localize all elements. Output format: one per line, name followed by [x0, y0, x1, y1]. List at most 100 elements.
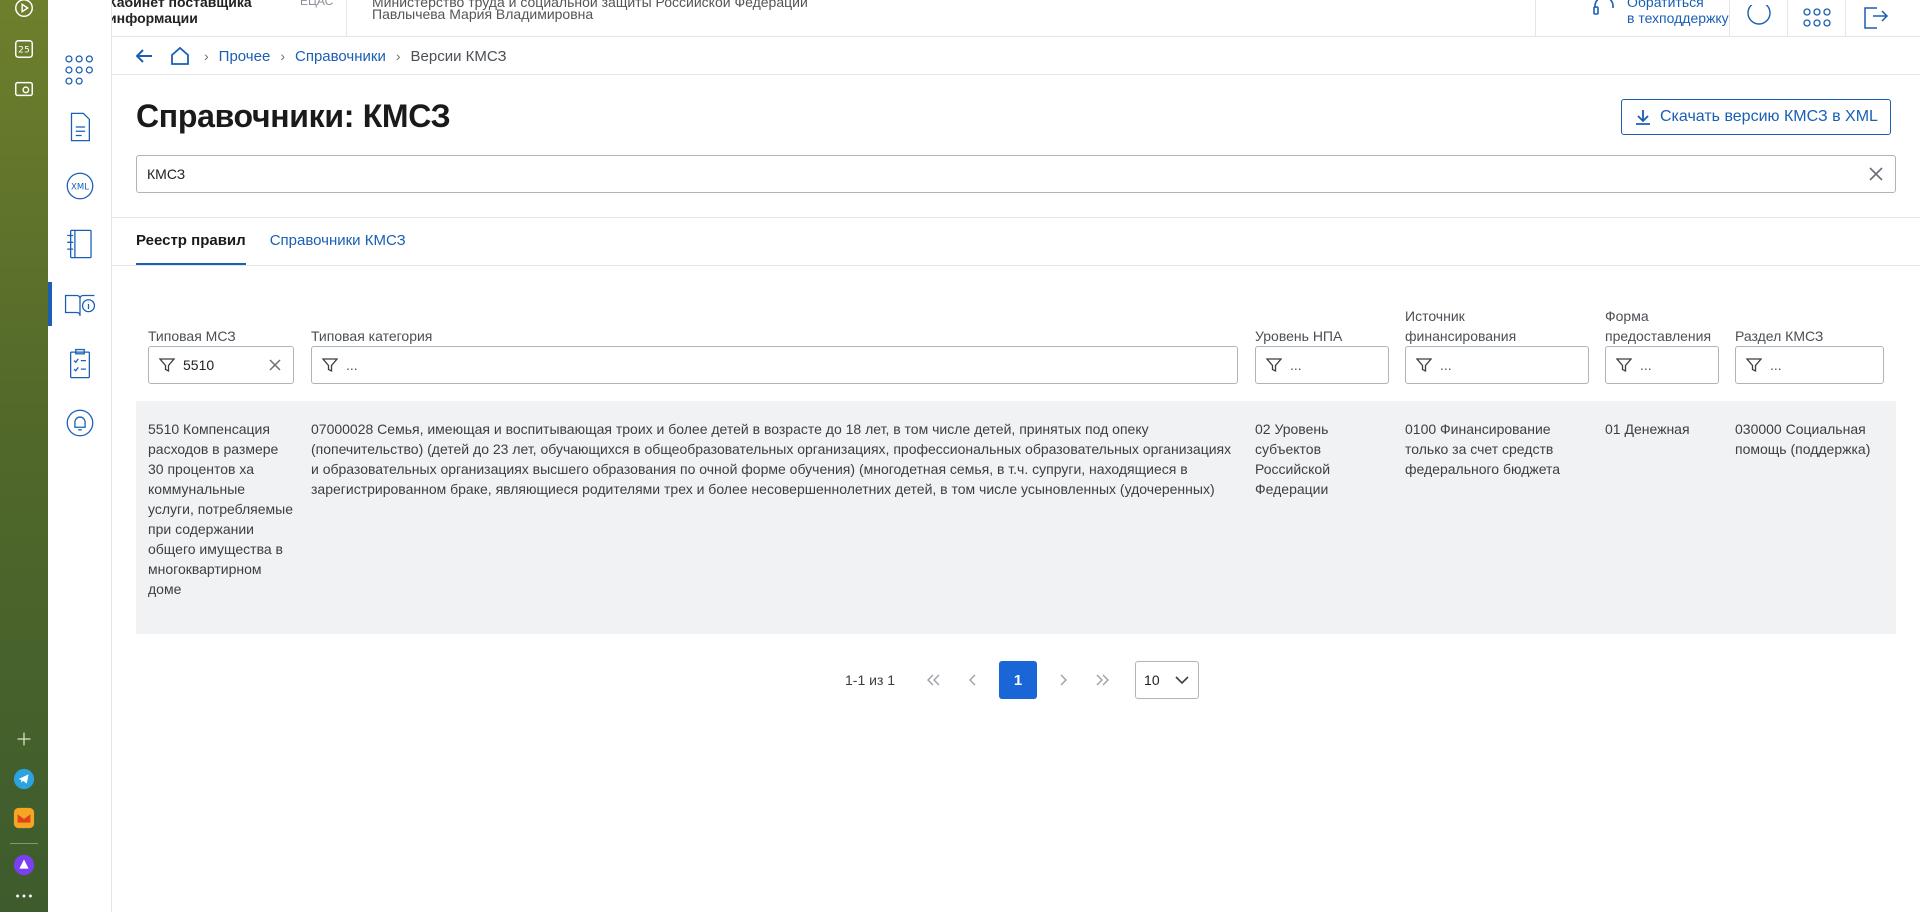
rail-item-xml[interactable]: XML	[48, 158, 112, 214]
pagination: 1-1 из 1 1 10	[845, 661, 1200, 699]
column-header: Типовая МСЗ	[148, 328, 236, 344]
download-label: Скачать версию КМСЗ в XML	[1660, 108, 1878, 125]
xml-icon: XML	[66, 172, 94, 200]
chevron-down-icon	[1175, 676, 1189, 685]
assistant-icon[interactable]	[12, 853, 36, 877]
column-header: Источник финансирования	[1405, 308, 1517, 344]
checklist-icon	[70, 348, 90, 379]
apps-button[interactable]	[1787, 0, 1845, 37]
rail-item-journal[interactable]	[48, 216, 112, 272]
support-label-2: в техподдержку	[1627, 10, 1729, 26]
more-icon[interactable]	[12, 884, 36, 908]
top-header: Кабинет поставщика информации ЕЦАС Минис…	[48, 0, 1920, 37]
cell-funding: 0100 Финансирование только за счет средс…	[1405, 421, 1561, 477]
filter-input-msz[interactable]: 5510	[148, 346, 294, 384]
filter-icon	[159, 358, 175, 373]
download-xml-button[interactable]: Скачать версию КМСЗ в XML	[1621, 99, 1891, 135]
telegram-icon[interactable]	[12, 767, 36, 791]
headset-icon	[1593, 0, 1614, 15]
close-icon	[1869, 167, 1883, 181]
filter-input-level[interactable]: ...	[1255, 346, 1389, 384]
home-link[interactable]	[170, 46, 192, 66]
page-title: Справочники: КМСЗ	[136, 98, 451, 134]
header-divider	[1535, 0, 1536, 37]
filter-input-funding[interactable]: ...	[1405, 346, 1589, 384]
filter-placeholder: ...	[1640, 357, 1652, 373]
table-header: Типовая МСЗ Типовая категория Уровень НП…	[136, 296, 1896, 396]
chevron-left-icon	[969, 674, 976, 686]
filter-icon	[1416, 358, 1432, 373]
breadcrumb-reference-books[interactable]: Справочники	[295, 48, 386, 65]
clear-search-button[interactable]	[1867, 165, 1885, 183]
logout-button[interactable]	[1845, 0, 1903, 37]
chevron-right-icon: ›	[204, 48, 209, 64]
column-header: Типовая категория	[311, 328, 433, 344]
filter-input-category[interactable]: ...	[311, 346, 1238, 384]
screenshot-icon[interactable]	[12, 77, 36, 101]
filter-icon	[1616, 358, 1632, 373]
notifications-button[interactable]	[1729, 0, 1787, 37]
filter-placeholder: ...	[1440, 357, 1452, 373]
first-page-button[interactable]	[913, 661, 953, 699]
cell-category: 07000028 Семья, имеющая и воспитывающая …	[311, 421, 1232, 497]
search-input[interactable]	[147, 166, 1867, 182]
breadcrumb: › Прочее › Справочники › Версии КМСЗ	[112, 38, 1920, 75]
filter-placeholder: ...	[1770, 357, 1782, 373]
rail-item-reference-books[interactable]	[48, 276, 112, 332]
app-rail: XML	[48, 0, 112, 912]
home-icon	[171, 46, 189, 65]
rail-item-documents[interactable]	[48, 99, 112, 155]
filter-value: 5510	[183, 357, 215, 373]
rail-item-checklist[interactable]	[48, 336, 112, 392]
clear-filter-button[interactable]	[267, 357, 283, 373]
bell-icon	[1746, 4, 1771, 25]
search-field[interactable]	[136, 155, 1896, 193]
filter-placeholder: ...	[346, 357, 358, 373]
tabs-divider	[112, 265, 1920, 266]
cell-msz: 5510 Компенсация расходов в размере 30 п…	[148, 421, 294, 597]
close-icon	[269, 359, 281, 371]
header-divider	[346, 0, 347, 37]
menu-grid-icon	[65, 55, 93, 85]
last-page-button[interactable]	[1083, 661, 1123, 699]
filter-input-section[interactable]: ...	[1735, 346, 1884, 384]
rail-item-menu[interactable]	[48, 42, 112, 98]
tabs: Реестр правил Справочники КМСЗ	[136, 232, 406, 266]
mail-icon[interactable]	[12, 806, 36, 830]
next-page-button[interactable]	[1043, 661, 1083, 699]
page-size-value: 10	[1144, 672, 1160, 688]
double-chevron-right-icon	[1096, 674, 1110, 686]
add-icon[interactable]	[12, 727, 36, 751]
back-button[interactable]	[134, 47, 156, 65]
user-name: Павлычева Мария Владимировна	[372, 6, 594, 22]
cell-section: 030000 Социальная помощь (поддержка)	[1735, 421, 1871, 457]
chevron-right-icon: ›	[280, 48, 285, 64]
filter-input-form[interactable]: ...	[1605, 346, 1719, 384]
rail-item-notifications[interactable]	[48, 395, 112, 451]
double-chevron-left-icon	[927, 674, 940, 686]
document-icon	[70, 112, 90, 142]
pagination-range: 1-1 из 1	[845, 672, 896, 688]
breadcrumb-current: Версии КМСЗ	[410, 47, 507, 65]
filter-icon	[1266, 358, 1282, 373]
cell-form: 01 Денежная	[1605, 421, 1690, 437]
tab-kmsz-reference-books[interactable]: Справочники КМСЗ	[270, 232, 406, 266]
bell-icon	[66, 409, 94, 437]
page-size-select[interactable]: 10	[1135, 661, 1200, 699]
support-link[interactable]: Обратиться в техподдержку	[1591, 0, 1729, 26]
play-icon[interactable]	[12, 0, 36, 20]
app-name: Кабинет поставщика информации	[108, 0, 252, 26]
dock-separator	[10, 843, 38, 844]
logout-icon	[1863, 6, 1888, 29]
page-button-current[interactable]: 1	[999, 661, 1038, 699]
tab-rules-registry[interactable]: Реестр правил	[136, 232, 246, 266]
filter-icon	[322, 358, 338, 373]
table-row[interactable]: 5510 Компенсация расходов в размере 30 п…	[136, 401, 1896, 634]
apps-grid-icon	[1802, 7, 1831, 27]
os-dock: 25	[0, 0, 48, 912]
prev-page-button[interactable]	[953, 661, 993, 699]
calendar-icon[interactable]: 25	[12, 37, 36, 61]
arrow-left-icon	[135, 49, 152, 63]
breadcrumb-other[interactable]: Прочее	[219, 48, 271, 65]
chevron-right-icon: ›	[395, 48, 401, 64]
